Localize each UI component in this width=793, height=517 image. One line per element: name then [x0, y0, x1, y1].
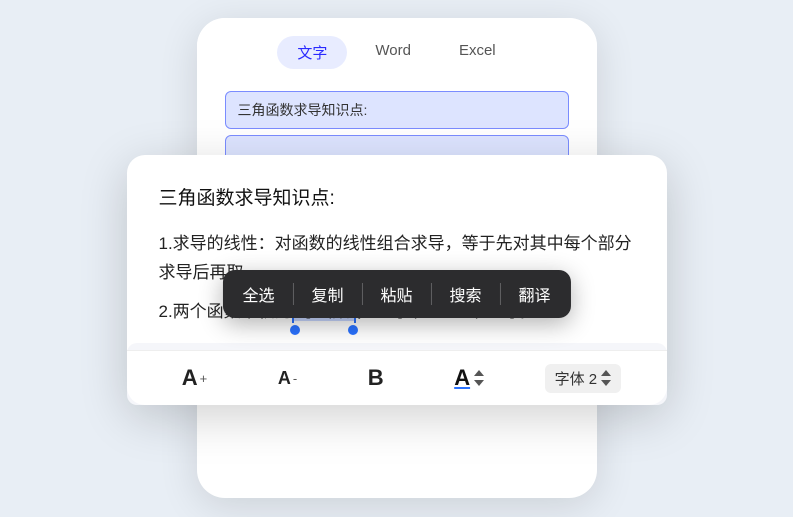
divider-2 — [361, 283, 362, 305]
cursor-dot-right — [348, 325, 358, 335]
bold-button[interactable]: B — [358, 361, 394, 395]
font-chevron-down-icon — [601, 380, 611, 386]
divider-3 — [431, 283, 432, 305]
tab-bar: 文字 Word Excel — [197, 18, 597, 81]
tab-word[interactable]: Word — [355, 36, 431, 69]
tab-text[interactable]: 文字 — [277, 36, 347, 69]
chevron-down-icon — [474, 380, 484, 386]
bottom-toolbar: A+ A- B A 字体 2 — [127, 350, 667, 405]
content-title: 三角函数求导知识点: — [159, 183, 635, 210]
divider-4 — [500, 283, 501, 305]
font-color-chevrons — [474, 370, 484, 386]
divider-1 — [292, 283, 293, 305]
doc-title-bar: 三角函数求导知识点: — [225, 91, 569, 129]
context-menu: 全选 复制 粘贴 搜索 翻译 — [222, 270, 570, 318]
context-menu-translate[interactable]: 翻译 — [503, 270, 567, 318]
font-badge-chevrons — [601, 370, 611, 386]
context-menu-paste[interactable]: 粘贴 — [364, 270, 428, 318]
font-increase-button[interactable]: A+ — [172, 361, 217, 395]
tab-excel[interactable]: Excel — [439, 36, 516, 69]
cursor-dot-left — [290, 325, 300, 335]
font-decrease-button[interactable]: A- — [268, 364, 307, 393]
font-chevron-up-icon — [601, 370, 611, 376]
font-picker-button[interactable]: 字体 2 — [545, 364, 622, 393]
context-menu-copy[interactable]: 复制 — [295, 270, 359, 318]
font-color-button[interactable]: A — [444, 361, 494, 395]
context-menu-search[interactable]: 搜索 — [434, 270, 498, 318]
context-menu-select-all[interactable]: 全选 — [226, 270, 290, 318]
chevron-up-icon — [474, 370, 484, 376]
